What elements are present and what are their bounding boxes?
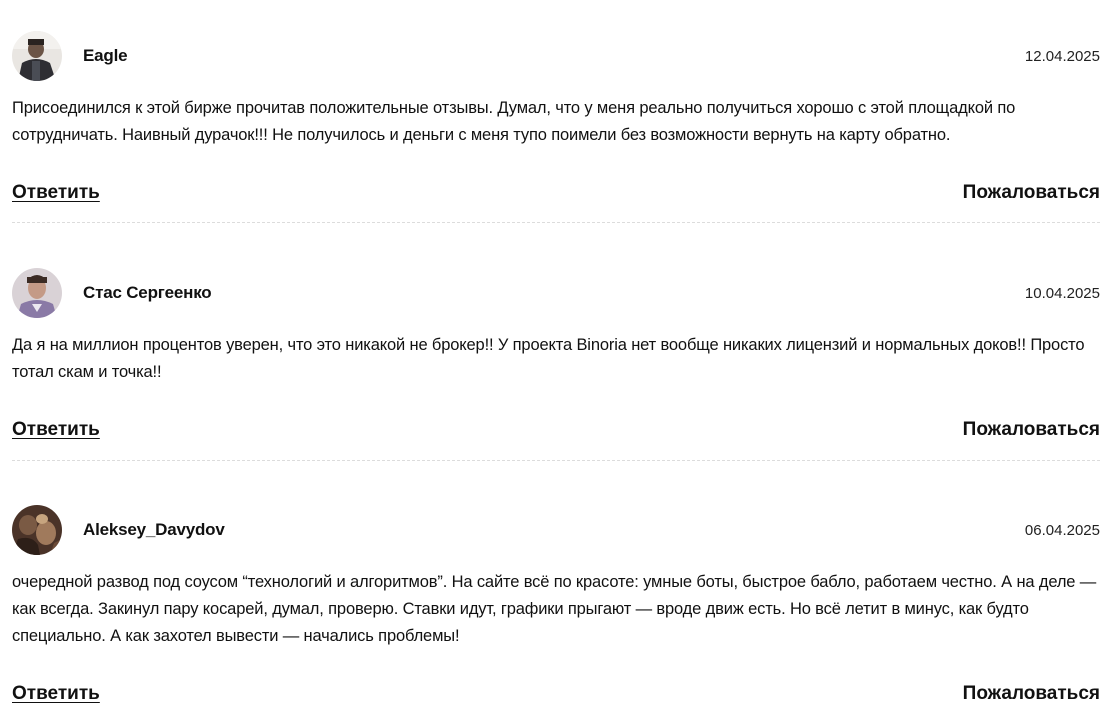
avatar[interactable] (12, 268, 62, 318)
comment-date: 12.04.2025 (1024, 48, 1100, 65)
comment-header: Стас Сергеенко 10.04.2025 (12, 267, 1100, 319)
report-link[interactable]: Пожаловаться (963, 182, 1100, 204)
comment-date: 10.04.2025 (1024, 285, 1100, 302)
avatar[interactable] (12, 31, 62, 81)
comment-header: Aleksey_Davydov 06.04.2025 (12, 504, 1100, 556)
comment-item: Aleksey_Davydov 06.04.2025 очередной раз… (12, 504, 1100, 713)
comment-author: Стас Сергеенко (83, 283, 212, 302)
reply-link[interactable]: Ответить (12, 683, 100, 705)
comment-actions: Ответить Пожаловаться (12, 419, 1100, 449)
comment-divider (12, 222, 1100, 223)
comment-actions: Ответить Пожаловаться (12, 182, 1100, 212)
comment-text: очередной развод под соусом “технологий … (12, 573, 1097, 645)
comment-date: 06.04.2025 (1024, 522, 1100, 539)
comment-divider (12, 460, 1100, 461)
avatar[interactable] (12, 505, 62, 555)
comment-text: Да я на миллион процентов уверен, что эт… (12, 336, 1085, 381)
comment-text: Присоединился к этой бирже прочитав поло… (12, 99, 1016, 144)
comment-header: Eagle 12.04.2025 (12, 30, 1100, 82)
report-link[interactable]: Пожаловаться (963, 683, 1100, 705)
comment-actions: Ответить Пожаловаться (12, 683, 1100, 713)
reply-link[interactable]: Ответить (12, 419, 100, 441)
comment-item: Eagle 12.04.2025 Присоединился к этой би… (12, 30, 1100, 212)
comment-item: Стас Сергеенко 10.04.2025 Да я на миллио… (12, 267, 1100, 449)
comment-author: Aleksey_Davydov (83, 520, 225, 539)
report-link[interactable]: Пожаловаться (963, 419, 1100, 441)
comment-author: Eagle (83, 46, 128, 65)
reply-link[interactable]: Ответить (12, 182, 100, 204)
comments-list: Eagle 12.04.2025 Присоединился к этой би… (0, 0, 1111, 724)
